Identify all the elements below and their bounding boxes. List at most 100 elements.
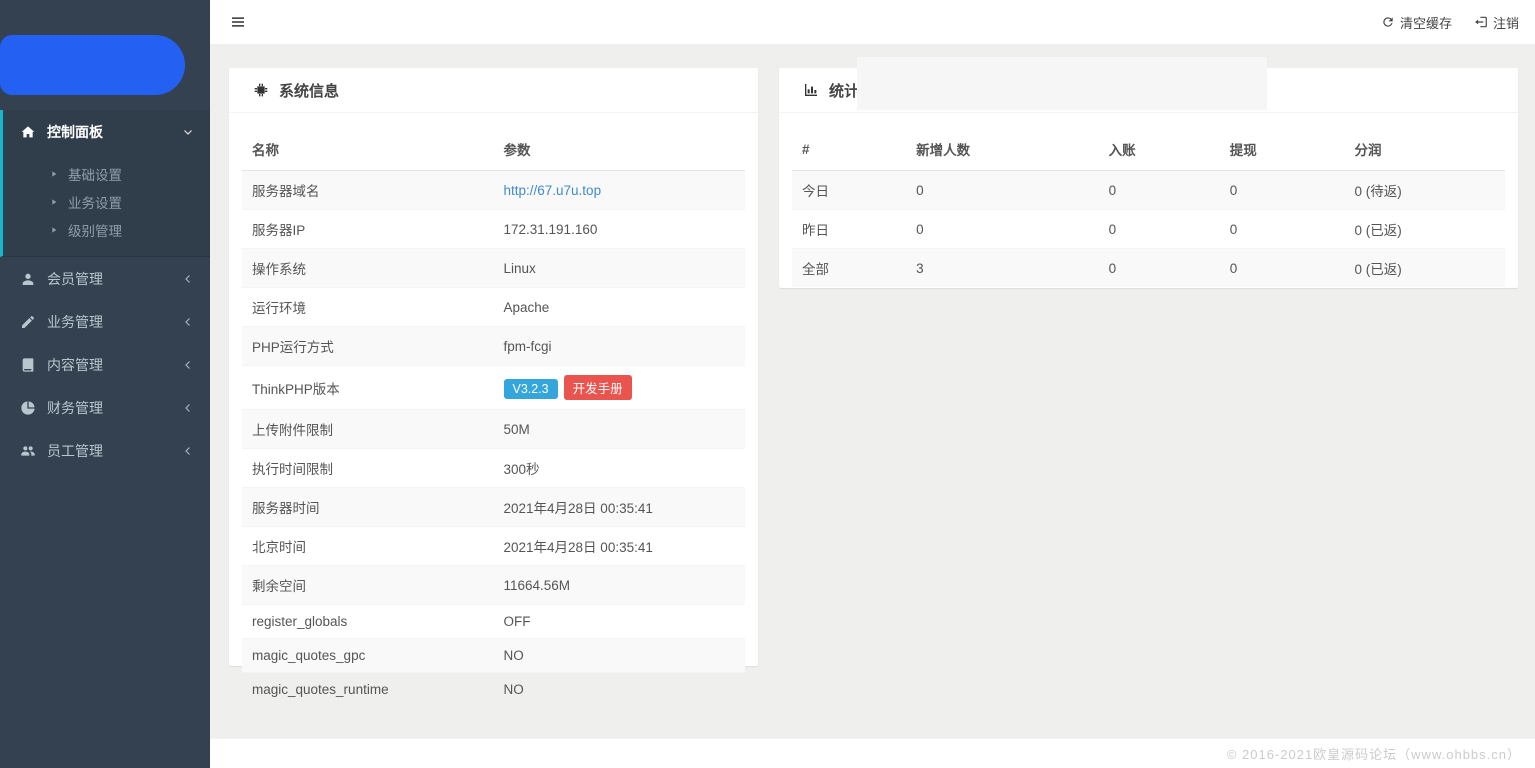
param-value: NO bbox=[494, 639, 746, 673]
column-new-users: 新增人数 bbox=[906, 128, 1099, 171]
param-value: 172.31.191.160 bbox=[494, 210, 746, 249]
stat-cell: 全部 bbox=[792, 249, 906, 288]
stat-cell: 3 bbox=[906, 249, 1099, 288]
team-icon bbox=[20, 443, 36, 459]
badge[interactable]: 开发手册 bbox=[564, 375, 632, 400]
sidebar-subitem[interactable]: 基础设置 bbox=[3, 160, 210, 188]
sidebar-item[interactable]: 控制面板 bbox=[3, 110, 210, 154]
sidebar-toggle-button[interactable] bbox=[222, 8, 254, 36]
stat-cell: 0 bbox=[1220, 249, 1345, 288]
param-name: 北京时间 bbox=[242, 527, 494, 566]
param-value: 2021年4月28日 00:35:41 bbox=[494, 488, 746, 527]
clear-cache-label: 清空缓存 bbox=[1400, 13, 1452, 32]
param-name: 执行时间限制 bbox=[242, 449, 494, 488]
logout-label: 注销 bbox=[1493, 13, 1519, 32]
param-name: ThinkPHP版本 bbox=[242, 366, 494, 410]
sidebar-subitem-label: 级别管理 bbox=[68, 220, 122, 240]
statistics-row: 全部3000 (已返) bbox=[792, 249, 1505, 288]
sidebar-item-label: 财务管理 bbox=[47, 398, 103, 418]
system-info-row: 剩余空间 11664.56M bbox=[242, 566, 745, 605]
logout-icon bbox=[1474, 15, 1488, 29]
system-info-row: ThinkPHP版本 V3.2.3 开发手册 bbox=[242, 366, 745, 410]
param-name: 服务器时间 bbox=[242, 488, 494, 527]
badge[interactable]: V3.2.3 bbox=[504, 379, 558, 399]
stat-cell: 今日 bbox=[792, 171, 906, 210]
sidebar-item-label: 内容管理 bbox=[47, 355, 103, 375]
sidebar-item[interactable]: 会员管理 bbox=[0, 257, 210, 300]
param-value: OFF bbox=[494, 605, 746, 639]
chevron-left-icon bbox=[182, 445, 194, 457]
stat-cell: 0 bbox=[1220, 171, 1345, 210]
system-info-row: magic_quotes_runtime NO bbox=[242, 673, 745, 707]
stat-cell: 昨日 bbox=[792, 210, 906, 249]
system-info-row: magic_quotes_gpc NO bbox=[242, 639, 745, 673]
main-area: 清空缓存 注销 系统信息 名称 参数 bbox=[210, 0, 1535, 768]
param-name: PHP运行方式 bbox=[242, 327, 494, 366]
stat-cell: 0 bbox=[906, 210, 1099, 249]
pen-icon bbox=[20, 314, 36, 330]
footer: © 2016-2021欧皇源码论坛（www.ohbbs.cn） bbox=[210, 738, 1535, 768]
sidebar-subitem-label: 基础设置 bbox=[68, 164, 122, 184]
sidebar-item[interactable]: 内容管理 bbox=[0, 343, 210, 386]
param-value: 50M bbox=[494, 410, 746, 449]
param-name: 操作系统 bbox=[242, 249, 494, 288]
chevron-left-icon bbox=[182, 316, 194, 328]
param-value: Linux bbox=[494, 249, 746, 288]
microchip-icon bbox=[253, 82, 269, 98]
chevron-down-icon bbox=[182, 126, 194, 138]
system-info-header-row: 名称 参数 bbox=[242, 128, 745, 171]
logo bbox=[0, 35, 185, 95]
clear-cache-button[interactable]: 清空缓存 bbox=[1381, 13, 1452, 32]
sidebar: 控制面板 基础设置 业务设置 级别管理 会员管理 业务管理 内容管理 财务管理 bbox=[0, 0, 210, 768]
column-income: 入账 bbox=[1099, 128, 1220, 171]
sidebar-subitem[interactable]: 级别管理 bbox=[3, 216, 210, 244]
statistics-row: 昨日0000 (已返) bbox=[792, 210, 1505, 249]
caret-right-icon bbox=[50, 198, 58, 206]
stat-cell: 0 bbox=[906, 171, 1099, 210]
sidebar-subitem[interactable]: 业务设置 bbox=[3, 188, 210, 216]
system-info-title: 系统信息 bbox=[279, 80, 339, 101]
param-name: magic_quotes_gpc bbox=[242, 639, 494, 673]
sidebar-submenu: 基础设置 业务设置 级别管理 bbox=[3, 154, 210, 244]
system-info-table: 名称 参数 服务器域名 http://67.u7u.top 服务器IP 172.… bbox=[242, 128, 745, 706]
chevron-left-icon bbox=[182, 273, 194, 285]
caret-right-icon bbox=[50, 226, 58, 234]
param-value: 11664.56M bbox=[494, 566, 746, 605]
param-name: 服务器域名 bbox=[242, 171, 494, 210]
user-icon bbox=[20, 271, 36, 287]
sidebar-item-label: 会员管理 bbox=[47, 269, 103, 289]
sidebar-item[interactable]: 财务管理 bbox=[0, 386, 210, 429]
refresh-icon bbox=[1381, 15, 1395, 29]
system-info-header: 系统信息 bbox=[229, 68, 758, 113]
system-info-row: 服务器域名 http://67.u7u.top bbox=[242, 171, 745, 210]
logout-button[interactable]: 注销 bbox=[1474, 13, 1519, 32]
book-icon bbox=[20, 357, 36, 373]
chevron-left-icon bbox=[182, 359, 194, 371]
system-info-row: register_globals OFF bbox=[242, 605, 745, 639]
stat-cell: 0 bbox=[1099, 249, 1220, 288]
server-domain-link[interactable]: http://67.u7u.top bbox=[504, 183, 602, 198]
system-info-row: PHP运行方式 fpm-fcgi bbox=[242, 327, 745, 366]
param-name: 剩余空间 bbox=[242, 566, 494, 605]
system-info-row: 北京时间 2021年4月28日 00:35:41 bbox=[242, 527, 745, 566]
statistics-table: # 新增人数 入账 提现 分润 今日0000 (待返) 昨日0000 (已返) … bbox=[792, 128, 1505, 287]
stat-cell: 0 bbox=[1099, 210, 1220, 249]
sidebar-item[interactable]: 业务管理 bbox=[0, 300, 210, 343]
overlay-artifact bbox=[857, 57, 1267, 110]
param-value: Apache bbox=[494, 288, 746, 327]
content: 系统信息 名称 参数 服务器域名 http://67.u7u.top 服务器IP… bbox=[210, 45, 1535, 738]
column-param: 参数 bbox=[494, 128, 746, 171]
param-value: fpm-fcgi bbox=[494, 327, 746, 366]
topbar: 清空缓存 注销 bbox=[210, 0, 1535, 45]
param-name: 服务器IP bbox=[242, 210, 494, 249]
topbar-actions: 清空缓存 注销 bbox=[1381, 13, 1519, 32]
sidebar-item[interactable]: 员工管理 bbox=[0, 429, 210, 472]
copyright-text: © 2016-2021欧皇源码论坛（www.ohbbs.cn） bbox=[1227, 744, 1521, 763]
stat-cell: 0 bbox=[1220, 210, 1345, 249]
statistics-row: 今日0000 (待返) bbox=[792, 171, 1505, 210]
param-name: register_globals bbox=[242, 605, 494, 639]
param-name: magic_quotes_runtime bbox=[242, 673, 494, 707]
system-info-row: 执行时间限制 300秒 bbox=[242, 449, 745, 488]
chevron-left-icon bbox=[182, 402, 194, 414]
stat-cell: 0 (已返) bbox=[1345, 210, 1505, 249]
